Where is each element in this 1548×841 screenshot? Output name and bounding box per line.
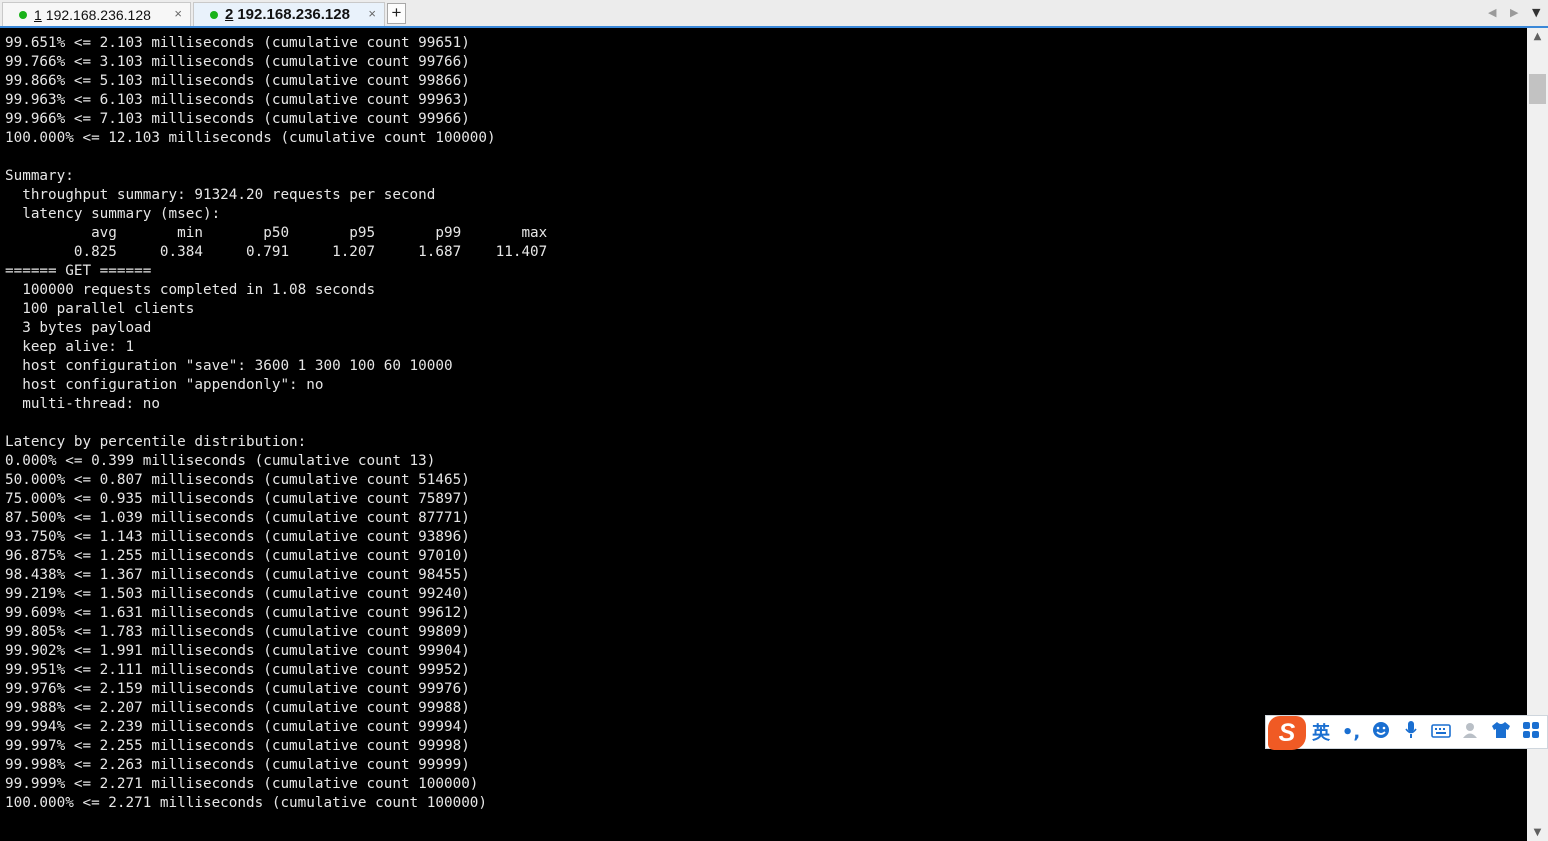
terminal-line: 99.609% <= 1.631 milliseconds (cumulativ… — [5, 605, 470, 621]
tab-list-menu-icon[interactable]: ▼ — [1532, 6, 1540, 19]
terminal-line: avg min p50 p95 p99 max — [5, 225, 548, 241]
scroll-down-arrow-icon[interactable]: ▼ — [1527, 824, 1548, 841]
terminal-line: 75.000% <= 0.935 milliseconds (cumulativ… — [5, 491, 470, 507]
terminal-line: 93.750% <= 1.143 milliseconds (cumulativ… — [5, 529, 470, 545]
tab-scroll-right-icon[interactable]: ▶ — [1510, 6, 1518, 19]
terminal-line: throughput summary: 91324.20 requests pe… — [5, 187, 436, 203]
terminal-line: Latency by percentile distribution: — [5, 434, 307, 450]
terminal-line: 99.219% <= 1.503 milliseconds (cumulativ… — [5, 586, 470, 602]
terminal-line: Summary: — [5, 168, 74, 184]
language-toggle[interactable]: 英 — [1306, 719, 1336, 745]
punctuation-toggle[interactable]: •, — [1336, 722, 1366, 743]
terminal-line: 3 bytes payload — [5, 320, 152, 336]
ime-toolbar: S 英 •, — [1265, 715, 1548, 750]
terminal-line: 100000 requests completed in 1.08 second… — [5, 282, 376, 298]
emoji-icon[interactable] — [1366, 721, 1396, 744]
terminal-line: host configuration "save": 3600 1 300 10… — [5, 358, 453, 374]
terminal-line: 99.994% <= 2.239 milliseconds (cumulativ… — [5, 719, 470, 735]
terminal-line: 99.805% <= 1.783 milliseconds (cumulativ… — [5, 624, 470, 640]
terminal-line: 99.866% <= 5.103 milliseconds (cumulativ… — [5, 73, 470, 89]
tab-number: 1 — [34, 6, 42, 23]
microphone-icon[interactable] — [1396, 720, 1426, 745]
connected-status-dot — [19, 10, 27, 19]
close-tab-icon[interactable]: × — [174, 6, 182, 21]
sogou-logo-icon[interactable]: S — [1268, 716, 1306, 750]
terminal-line: 99.988% <= 2.207 milliseconds (cumulativ… — [5, 700, 470, 716]
terminal-line: ====== GET ====== — [5, 263, 152, 279]
terminal-line: 0.000% <= 0.399 milliseconds (cumulative… — [5, 453, 436, 469]
terminal-line: 99.651% <= 2.103 milliseconds (cumulativ… — [5, 35, 470, 51]
tab-number: 2 — [225, 6, 234, 23]
close-tab-icon[interactable]: × — [368, 6, 376, 21]
user-icon[interactable] — [1456, 721, 1486, 744]
keyboard-icon[interactable] — [1426, 722, 1456, 743]
terminal-line: multi-thread: no — [5, 396, 160, 412]
terminal-line: 96.875% <= 1.255 milliseconds (cumulativ… — [5, 548, 470, 564]
terminal-line: 99.999% <= 2.271 milliseconds (cumulativ… — [5, 776, 479, 792]
new-tab-button[interactable]: + — [387, 3, 406, 24]
terminal-line: 99.976% <= 2.159 milliseconds (cumulativ… — [5, 681, 470, 697]
terminal-line: 99.951% <= 2.111 milliseconds (cumulativ… — [5, 662, 470, 678]
terminal-line: 100.000% <= 2.271 milliseconds (cumulati… — [5, 795, 488, 811]
connected-status-dot — [210, 10, 218, 19]
terminal-line: 98.438% <= 1.367 milliseconds (cumulativ… — [5, 567, 470, 583]
tab-title: 192.168.236.128 — [45, 6, 151, 23]
tab-title: 192.168.236.128 — [237, 6, 350, 23]
terminal-line: latency summary (msec): — [5, 206, 221, 222]
terminal-line: keep alive: 1 — [5, 339, 135, 355]
tab-session-2[interactable]: 2 192.168.236.128 × — [193, 2, 385, 26]
terminal-line: host configuration "appendonly": no — [5, 377, 324, 393]
skin-icon[interactable] — [1486, 721, 1516, 744]
tab-bar: 1 192.168.236.128 × 2 192.168.236.128 × … — [0, 0, 1548, 28]
scroll-up-arrow-icon[interactable]: ▲ — [1527, 28, 1548, 45]
terminal-line: 87.500% <= 1.039 milliseconds (cumulativ… — [5, 510, 470, 526]
toolbox-icon[interactable] — [1516, 721, 1546, 744]
terminal-line: 100.000% <= 12.103 milliseconds (cumulat… — [5, 130, 496, 146]
terminal-line: 99.997% <= 2.255 milliseconds (cumulativ… — [5, 738, 470, 754]
terminal-line: 99.998% <= 2.263 milliseconds (cumulativ… — [5, 757, 470, 773]
terminal-line: 99.963% <= 6.103 milliseconds (cumulativ… — [5, 92, 470, 108]
tab-scroll-left-icon[interactable]: ◀ — [1488, 6, 1496, 19]
tab-session-1[interactable]: 1 192.168.236.128 × — [2, 2, 191, 26]
terminal-text: 99.651% <= 2.103 milliseconds (cumulativ… — [5, 34, 547, 813]
terminal-line: 99.766% <= 3.103 milliseconds (cumulativ… — [5, 54, 470, 70]
terminal-line: 50.000% <= 0.807 milliseconds (cumulativ… — [5, 472, 470, 488]
terminal-line: 99.902% <= 1.991 milliseconds (cumulativ… — [5, 643, 470, 659]
scrollbar-thumb[interactable] — [1529, 74, 1546, 104]
terminal-line: 0.825 0.384 0.791 1.207 1.687 11.407 — [5, 244, 548, 260]
terminal-line: 100 parallel clients — [5, 301, 195, 317]
terminal-line: 99.966% <= 7.103 milliseconds (cumulativ… — [5, 111, 470, 127]
